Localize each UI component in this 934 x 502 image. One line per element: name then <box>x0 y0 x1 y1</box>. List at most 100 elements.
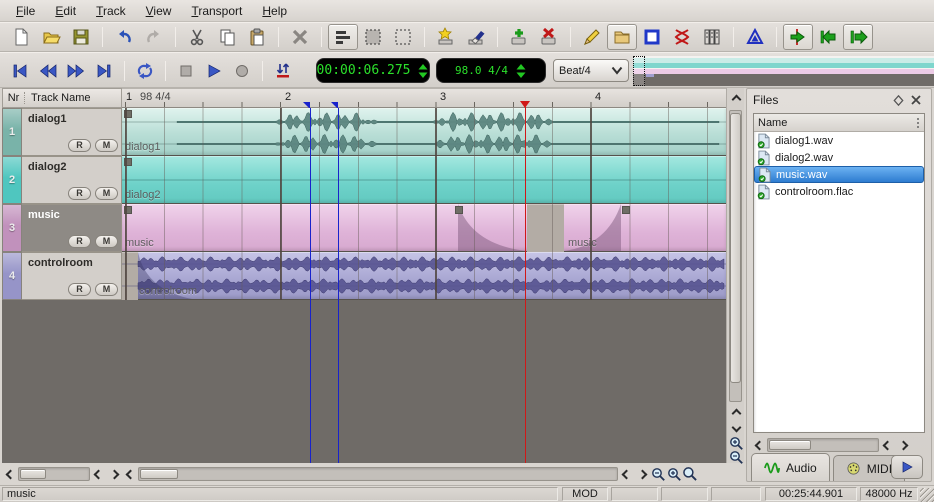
import-folder-button[interactable] <box>607 24 637 50</box>
save-file-button[interactable] <box>66 24 96 50</box>
tp-scroll-thumb[interactable] <box>20 469 46 479</box>
tl-scroll-left-2[interactable] <box>618 465 634 483</box>
files-hscrollbar[interactable] <box>751 435 929 455</box>
track-lane-dialog1[interactable]: dialog1 <box>122 108 726 156</box>
track-number[interactable]: 3 <box>2 204 22 252</box>
files-panel-titlebar[interactable]: Files <box>747 89 931 111</box>
track-header-dialog2[interactable]: 2 dialog2 R M <box>2 156 122 204</box>
goto-start-button[interactable] <box>813 24 843 50</box>
scroll-down-button[interactable] <box>728 420 744 434</box>
close-panel-button[interactable] <box>907 92 925 108</box>
file-row-controlroom.flac[interactable]: controlroom.flac <box>754 183 924 200</box>
cut-button[interactable] <box>182 24 212 50</box>
file-row-music.wav[interactable]: music.wav <box>754 166 924 183</box>
record-toggle[interactable]: R <box>68 283 91 296</box>
new-sheet-button[interactable] <box>431 24 461 50</box>
region-select-button[interactable] <box>358 24 388 50</box>
zoom-tool-button[interactable] <box>682 465 698 483</box>
open-file-button[interactable] <box>36 24 66 50</box>
files-scroll-left[interactable] <box>751 436 767 454</box>
overview-viewport[interactable] <box>633 56 645 86</box>
metronome-button[interactable] <box>740 24 770 50</box>
mute-toggle[interactable]: M <box>95 139 118 152</box>
zoom-out-button[interactable] <box>650 465 666 483</box>
play-button[interactable] <box>200 57 228 85</box>
file-row-dialog1.wav[interactable]: dialog1.wav <box>754 132 924 149</box>
files-scroll-right[interactable] <box>895 436 911 454</box>
scroll-up-button[interactable] <box>728 92 744 106</box>
snap-mode-combobox[interactable]: Beat/4 <box>553 59 629 82</box>
paste-button[interactable] <box>242 24 272 50</box>
tp-scroll-left-2[interactable] <box>90 465 106 483</box>
menu-edit[interactable]: Edit <box>45 1 86 21</box>
timeline-hscrollbar[interactable] <box>122 463 744 485</box>
clip-handle[interactable] <box>124 206 132 214</box>
menu-help[interactable]: Help <box>252 1 297 21</box>
track-number[interactable]: 1 <box>2 108 22 156</box>
column-menu-icon[interactable] <box>916 117 920 129</box>
eraser-button[interactable] <box>461 24 491 50</box>
bus-grid-button[interactable] <box>697 24 727 50</box>
tl-scroll-thumb[interactable] <box>140 469 178 479</box>
new-file-button[interactable] <box>6 24 36 50</box>
timeline-vertical-scrollbar[interactable] <box>726 88 744 464</box>
skip-to-start-button[interactable] <box>6 57 34 85</box>
loop-button[interactable] <box>131 57 159 85</box>
clip-handle[interactable] <box>622 206 630 214</box>
undo-button[interactable] <box>109 24 139 50</box>
vertical-zoom-out-button[interactable] <box>728 450 744 464</box>
track-header-controlroom[interactable]: 4 controlroom R M <box>2 252 122 300</box>
record-toggle[interactable]: R <box>68 235 91 248</box>
clip-handle[interactable] <box>124 158 132 166</box>
tl-scroll-right[interactable] <box>634 465 650 483</box>
goto-playhead-button[interactable] <box>783 24 813 50</box>
clip-handle[interactable] <box>455 206 463 214</box>
stop-button[interactable] <box>172 57 200 85</box>
track-lane-dialog2[interactable]: dialog2 <box>122 156 726 204</box>
selection-box-button[interactable] <box>637 24 667 50</box>
timeline-ruler[interactable]: 1 98 4/4 234 <box>122 88 726 109</box>
skip-to-end-button[interactable] <box>90 57 118 85</box>
menu-file[interactable]: File <box>6 1 45 21</box>
mute-toggle[interactable]: M <box>95 283 118 296</box>
delete-button[interactable] <box>285 24 315 50</box>
spinner-icon[interactable] <box>515 62 527 80</box>
remove-track-button[interactable] <box>534 24 564 50</box>
redo-button[interactable] <box>139 24 169 50</box>
add-track-button[interactable] <box>504 24 534 50</box>
file-list-header[interactable]: Name <box>754 114 924 132</box>
tp-scroll-right[interactable] <box>106 465 122 483</box>
mute-toggle[interactable]: M <box>95 235 118 248</box>
vscroll-thumb[interactable] <box>730 113 741 383</box>
time-display[interactable]: 00:00:06.275 <box>316 58 430 83</box>
split-clip-button[interactable] <box>667 24 697 50</box>
menu-transport[interactable]: Transport <box>181 1 252 21</box>
tp-scroll-left[interactable] <box>2 465 18 483</box>
clip-handle[interactable] <box>124 110 132 118</box>
track-number[interactable]: 2 <box>2 156 22 204</box>
goto-end-button[interactable] <box>843 24 873 50</box>
zoom-in-button[interactable] <box>666 465 682 483</box>
menu-track[interactable]: Track <box>86 1 136 21</box>
tempo-display[interactable]: 98.0 4/4 <box>436 58 546 83</box>
preview-play-button[interactable] <box>891 455 923 479</box>
track-number[interactable]: 4 <box>2 252 22 300</box>
mute-toggle[interactable]: M <box>95 187 118 200</box>
record-button[interactable] <box>228 57 256 85</box>
track-lane-controlroom[interactable]: controlroom <box>122 252 726 300</box>
fast-forward-button[interactable] <box>62 57 90 85</box>
spinner-icon[interactable] <box>417 62 429 80</box>
resize-grip[interactable] <box>920 488 934 502</box>
track-lane-music[interactable]: music music <box>122 204 726 252</box>
timeline-area[interactable]: 1 98 4/4 234 dialog1 dialog2 music music con… <box>122 88 726 463</box>
copy-button[interactable] <box>212 24 242 50</box>
tab-audio[interactable]: Audio <box>751 453 830 481</box>
rewind-button[interactable] <box>34 57 62 85</box>
scroll-up-button-2[interactable] <box>728 406 744 420</box>
menu-view[interactable]: View <box>136 1 182 21</box>
record-toggle[interactable]: R <box>68 187 91 200</box>
snap-button[interactable] <box>269 57 297 85</box>
files-scroll-left-2[interactable] <box>879 436 895 454</box>
record-toggle[interactable]: R <box>68 139 91 152</box>
session-overview[interactable] <box>633 56 934 86</box>
